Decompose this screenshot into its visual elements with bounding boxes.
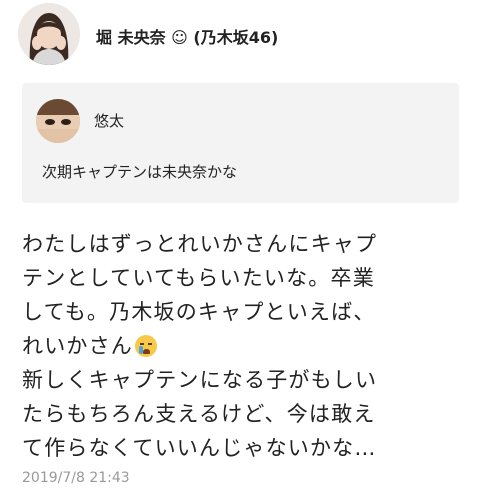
post-body: わたしはずっとれいかさんにキャプ テンとしていてもらいたいな。卒業 しても。乃木… (22, 227, 472, 465)
quoted-comment[interactable]: 悠太 次期キャプテンは未央奈かな (22, 83, 459, 203)
quoted-comment-text: 次期キャプテンは未央奈かな (42, 163, 238, 181)
post-body-line: たらもちろん支えるけど、今は敢え (22, 402, 376, 426)
post-body-line: しても。乃木坂のキャプといえば、 (22, 300, 376, 324)
author-name[interactable]: 堀 未央奈 ☺ (乃木坂46) (96, 24, 278, 48)
post-timestamp: 2019/7/8 21:43 (22, 470, 130, 486)
post-body-line: テンとしていてもらいたいな。卒業 (22, 266, 375, 290)
quoted-user-name[interactable]: 悠太 (94, 110, 124, 131)
quoted-avatar-image (36, 99, 80, 143)
post-body-line: 新しくキャプテンになる子がもしい (22, 368, 378, 392)
post-body-line-text: れいかさん (22, 334, 133, 358)
crying-face-icon (135, 335, 157, 357)
post-page: 堀 未央奈 ☺ (乃木坂46) 悠太 次期キャプテンは未央奈かな わたしはずっと… (0, 0, 480, 503)
post-header: 堀 未央奈 ☺ (乃木坂46) (0, 0, 480, 80)
post-body-line-with-emoji: れいかさん (22, 329, 472, 363)
post-body-line: て作らなくていいんじゃないかな… (22, 436, 377, 460)
quoted-user-avatar[interactable] (36, 99, 80, 143)
post-body-line: わたしはずっとれいかさんにキャプ (22, 232, 378, 256)
author-avatar[interactable] (18, 3, 80, 65)
author-avatar-image (18, 3, 80, 65)
